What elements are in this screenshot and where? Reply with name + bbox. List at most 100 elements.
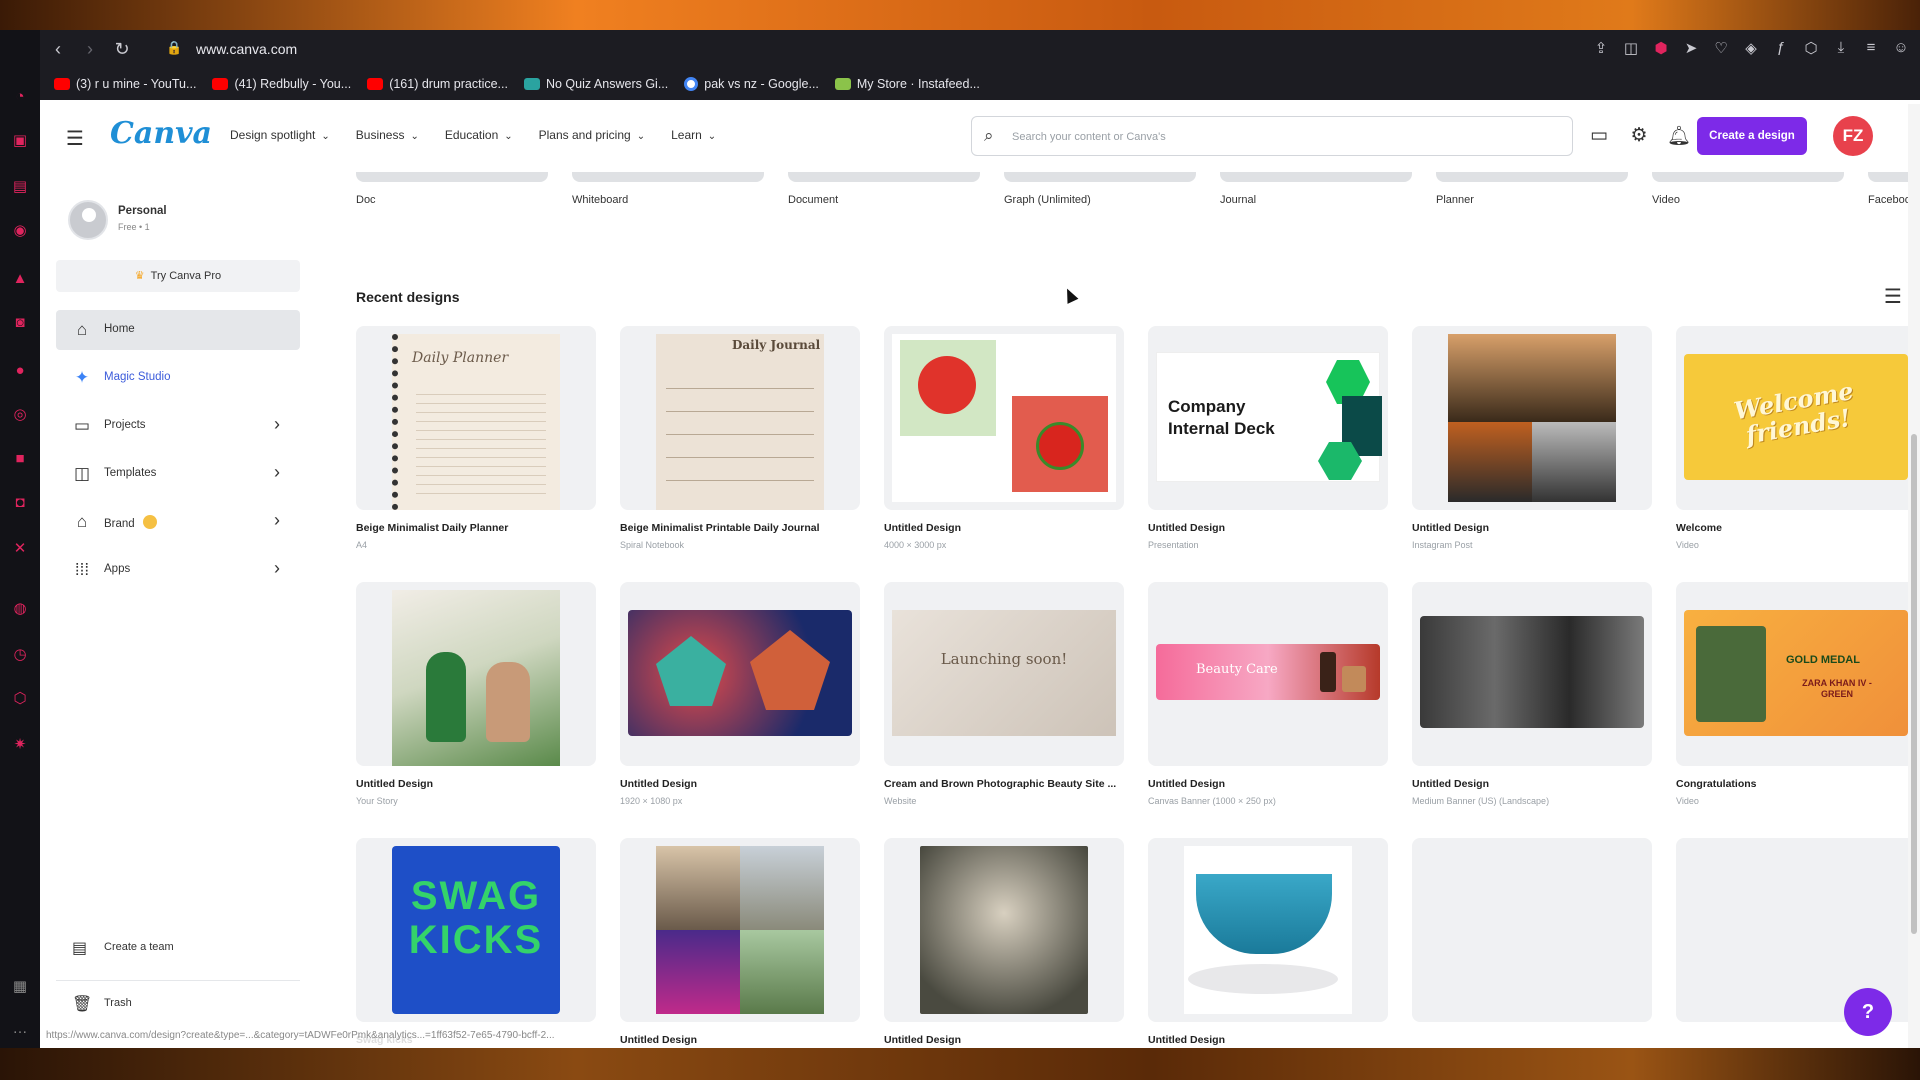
sidebar-item-apps[interactable]: ⁞⁞⁞ Apps › [56,550,300,590]
design-title[interactable]: Untitled Design [1148,522,1388,534]
download-icon[interactable]: ⤓ [1832,39,1850,59]
design-title[interactable]: Untitled Design [1412,522,1652,534]
design-thumbnail[interactable] [1412,838,1652,1022]
list-view-icon[interactable]: ☰ [1884,284,1902,309]
extension-icon[interactable]: ◈ [1742,39,1760,59]
box-icon[interactable]: ⬡ [11,690,29,708]
design-type-label[interactable]: Journal [1220,194,1256,206]
design-thumbnail[interactable] [884,326,1124,510]
cube-icon[interactable]: ⬡ [1802,39,1820,59]
design-thumbnail[interactable]: Daily Planner [356,326,596,510]
chevron-right-icon[interactable]: › [274,510,280,531]
design-title[interactable]: Untitled Design [1412,778,1652,790]
menu-icon[interactable]: ≡ [1862,39,1880,59]
design-title[interactable]: Untitled Design [620,778,860,790]
nav-plans-pricing[interactable]: Plans and pricing ⌄ [539,128,645,142]
design-thumbnail[interactable]: Daily Journal [620,326,860,510]
canva-logo[interactable]: Canva [110,116,212,151]
camera-icon[interactable]: ◫ [1622,39,1640,59]
design-thumbnail[interactable]: Beauty Care [1148,582,1388,766]
design-title[interactable]: Beige Minimalist Daily Planner [356,522,596,534]
design-type-label[interactable]: Graph (Unlimited) [1004,194,1091,206]
design-title[interactable]: Untitled Design [884,1034,1124,1046]
design-type-label[interactable]: Document [788,194,838,206]
bookmark-item[interactable]: pak vs nz - Google... [684,77,819,91]
design-title[interactable]: Welcome [1676,522,1916,534]
design-type-card[interactable] [1436,172,1628,182]
nav-design-spotlight[interactable]: Design spotlight ⌄ [230,128,330,142]
x-icon[interactable]: ✕ [11,540,29,558]
design-title[interactable]: Beige Minimalist Printable Daily Journal [620,522,860,534]
search-input[interactable] [1012,126,1552,148]
trash-button[interactable]: 🗑︎ Trash [56,984,300,1024]
design-type-label[interactable]: Video [1652,194,1680,206]
forward-icon[interactable]: › [80,39,100,59]
history-icon[interactable]: ◷ [11,646,29,664]
back-icon[interactable]: ‹ [48,39,68,59]
design-type-card[interactable] [1220,172,1412,182]
chevron-right-icon[interactable]: › [274,462,280,483]
design-thumbnail[interactable] [356,582,596,766]
profile-icon[interactable]: ☺ [1892,39,1910,59]
vpn-icon[interactable]: ◍ [11,600,29,618]
design-thumbnail[interactable] [1148,838,1388,1022]
design-title[interactable]: Untitled Design [356,778,596,790]
share-icon[interactable]: ⇪ [1592,39,1610,59]
design-title[interactable]: Untitled Design [1148,778,1388,790]
nav-education[interactable]: Education ⌄ [445,128,513,142]
design-thumbnail[interactable] [884,838,1124,1022]
heart-icon[interactable]: ♡ [1712,39,1730,59]
design-thumbnail[interactable]: Company Internal Deck [1148,326,1388,510]
design-type-card[interactable] [788,172,980,182]
notifications-bell-icon[interactable]: 🔔︎ [1667,124,1691,148]
shield-icon[interactable]: ⬢ [1652,39,1670,59]
design-type-label[interactable]: Doc [356,194,376,206]
twitch-icon[interactable]: ▤ [11,178,29,196]
design-title[interactable]: Untitled Design [884,522,1124,534]
try-pro-button[interactable]: ♛ Try Canva Pro [56,260,300,292]
desktop-app-icon[interactable]: ▭ [1587,124,1611,147]
send-icon[interactable]: ➤ [1682,39,1700,59]
design-thumbnail[interactable] [620,582,860,766]
design-type-card[interactable] [572,172,764,182]
design-type-label[interactable]: Faceboo [1868,194,1911,206]
page-scrollbar[interactable] [1908,104,1920,1048]
help-button[interactable]: ? [1844,988,1892,1036]
bookmark-item[interactable]: No Quiz Answers Gi... [523,77,668,91]
sidebar-item-projects[interactable]: ▭ Projects › [56,406,300,446]
instagram-icon[interactable]: ◙ [11,314,29,332]
aria-icon[interactable]: ▲ [11,270,29,288]
chevron-right-icon[interactable]: › [274,558,280,579]
design-thumbnail[interactable]: SWAG KICKS [356,838,596,1022]
insta-icon[interactable]: ◘ [11,494,29,512]
design-thumbnail[interactable]: Welcome friends! [1676,326,1916,510]
player-icon[interactable]: ◉ [11,222,29,240]
messenger-icon[interactable]: ● [11,362,29,380]
url-text[interactable]: www.canva.com [196,41,297,57]
speed-dial-icon[interactable]: ◔ [11,88,29,106]
sidebar-item-templates[interactable]: ◫ Templates › [56,454,300,494]
design-type-label[interactable]: Planner [1436,194,1474,206]
nav-learn[interactable]: Learn ⌄ [671,128,716,142]
search-box[interactable]: ⌕ [971,116,1573,156]
create-design-button[interactable]: Create a design [1697,117,1807,155]
design-thumbnail[interactable]: Launching soon! [884,582,1124,766]
design-thumbnail[interactable] [620,838,860,1022]
bookmark-item[interactable]: (41) Redbully - You... [212,77,351,91]
scrollbar-thumb[interactable] [1911,434,1917,934]
design-type-card[interactable] [356,172,548,182]
design-title[interactable]: Untitled Design [1148,1034,1388,1046]
vk-icon[interactable]: ■ [11,450,29,468]
nav-business[interactable]: Business ⌄ [356,128,419,142]
hamburger-icon[interactable]: ☰ [66,126,84,151]
design-type-card[interactable] [1004,172,1196,182]
sidebar-item-brand[interactable]: ⌂ Brand › [56,502,300,542]
design-title[interactable]: Congratulations [1676,778,1916,790]
design-thumbnail[interactable] [1412,326,1652,510]
design-thumbnail[interactable]: GOLD MEDAL ZARA KHAN IV - GREEN [1676,582,1916,766]
whatsapp-icon[interactable]: ◎ [11,406,29,424]
design-thumbnail[interactable] [1412,582,1652,766]
bookmark-item[interactable]: My Store · Instafeed... [834,77,980,91]
sidebar-item-home[interactable]: ⌂ Home [56,310,300,350]
bookmark-item[interactable]: (3) r u mine - YouTu... [54,77,196,91]
